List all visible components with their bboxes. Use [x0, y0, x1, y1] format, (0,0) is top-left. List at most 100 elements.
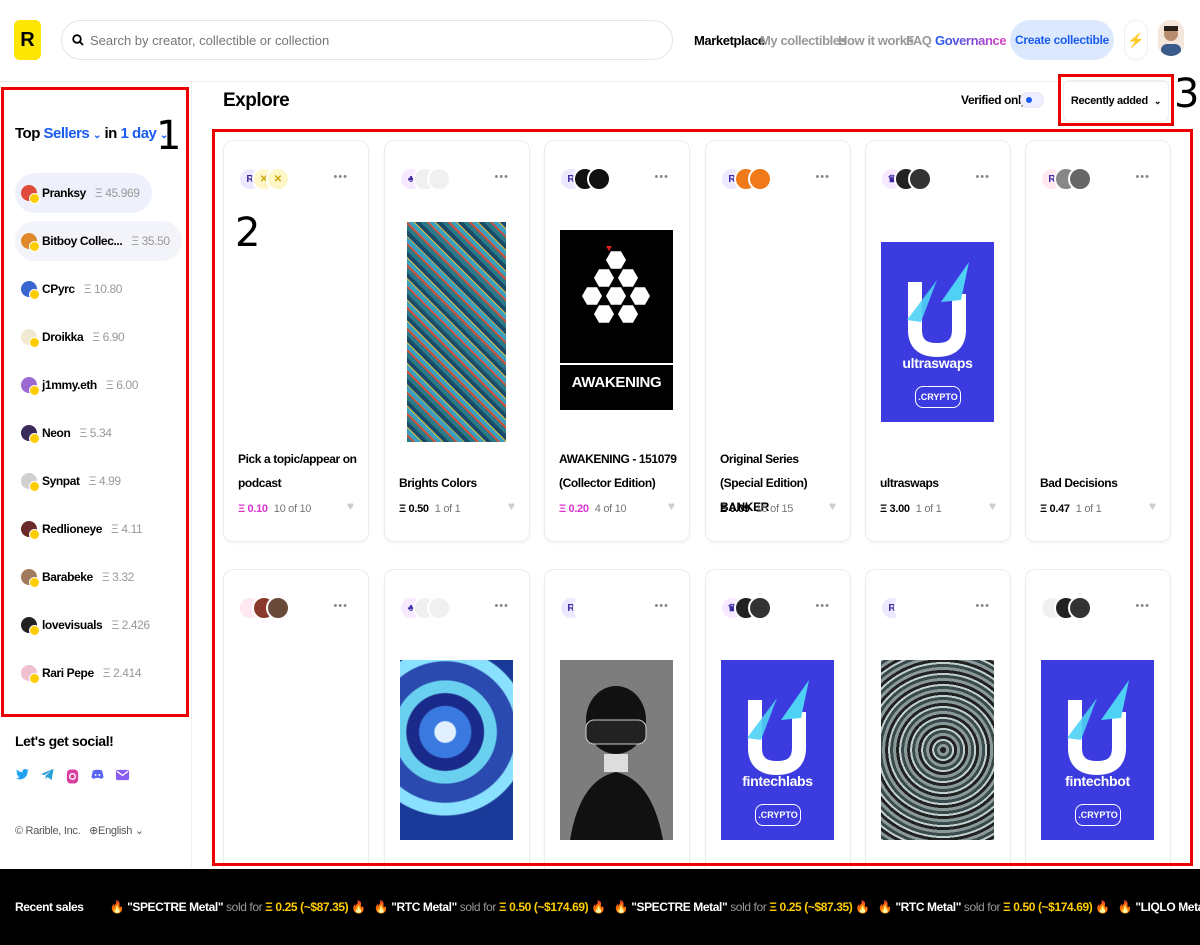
seller-item[interactable]: Bitboy Collec... Ξ 35.50 [15, 221, 182, 261]
collectible-name[interactable]: Pick a topic/appear on podcast [238, 447, 358, 495]
nav-faq[interactable]: FAQ [906, 33, 932, 48]
collectible-card[interactable]: ♣ ••• [384, 569, 530, 879]
user-avatar[interactable] [1158, 20, 1184, 56]
nav-my-collectibles[interactable]: My collectibles [760, 33, 847, 48]
collectible-card[interactable]: R ••• Bad Decisions Ξ 0.47 1 of 1 ♥ [1025, 140, 1171, 542]
chevron-down-icon: ⌄ [92, 130, 101, 141]
collectible-image[interactable]: ultraswaps .CRYPTO [881, 242, 994, 422]
owner-avatar[interactable] [1068, 167, 1092, 191]
owner-avatar[interactable] [1068, 596, 1092, 620]
more-options-icon[interactable]: ••• [815, 600, 830, 612]
seller-item[interactable]: Barabeke Ξ 3.32 [15, 557, 146, 597]
email-icon[interactable] [115, 767, 130, 785]
seller-item[interactable]: j1mmy.eth Ξ 6.00 [15, 365, 150, 405]
owner-avatar[interactable] [587, 167, 611, 191]
heart-icon[interactable]: ♥ [347, 499, 354, 513]
more-options-icon[interactable]: ••• [1135, 171, 1150, 183]
heart-icon[interactable]: ♥ [989, 499, 996, 513]
collectible-image[interactable]: fintechbot .CRYPTO [1041, 660, 1154, 840]
recent-sale-item[interactable]: 🔥 "SPECTRE Metal" sold for Ξ 0.25 (~$87.… [614, 900, 871, 914]
collectible-image[interactable] [881, 660, 994, 840]
annotation-number-3: 3 [1174, 71, 1200, 117]
collectible-name[interactable]: Bad Decisions [1040, 471, 1160, 495]
owner-avatar[interactable] [908, 596, 932, 620]
collectible-image[interactable]: AWAKENING [560, 230, 673, 410]
search-bar[interactable] [61, 20, 673, 60]
bolt-button[interactable]: ⚡ [1124, 20, 1148, 60]
collectible-name[interactable]: Brights Colors [399, 471, 519, 495]
owner-avatar[interactable] [748, 596, 772, 620]
sold-for-text: sold for [226, 900, 263, 914]
owner-avatar[interactable] [587, 596, 611, 620]
collectible-card[interactable]: ♛ ••• fintechlabs .CRYPTO [705, 569, 851, 879]
seller-item[interactable]: Neon Ξ 5.34 [15, 413, 124, 453]
create-collectible-button[interactable]: Create collectible [1010, 20, 1114, 60]
recent-sale-item[interactable]: 🔥 "RTC Metal" sold for Ξ 0.50 (~$174.69)… [878, 900, 1110, 914]
collectible-card[interactable]: R ✕ ✕ ••• Pick a topic/appear on podcast Ξ 0.… [223, 140, 369, 542]
collectible-card[interactable]: ♣ ••• Brights Colors Ξ 0.50 1 of 1 ♥ [384, 140, 530, 542]
owner-avatar[interactable]: ✕ [266, 167, 290, 191]
collectible-card[interactable]: R ••• [865, 569, 1011, 879]
more-options-icon[interactable]: ••• [333, 171, 348, 183]
recent-sale-item[interactable]: 🔥 "LIQLO Metal" sold for Ξ 0.25 (~$87.35… [1118, 900, 1200, 914]
heart-icon[interactable]: ♥ [668, 499, 675, 513]
more-options-icon[interactable]: ••• [975, 171, 990, 183]
collectible-card[interactable]: ••• fintechbot .CRYPTO [1025, 569, 1171, 879]
collectible-image[interactable] [560, 660, 673, 840]
search-input[interactable] [90, 32, 672, 48]
seller-item[interactable]: Synpat Ξ 4.99 [15, 461, 133, 501]
more-options-icon[interactable]: ••• [654, 600, 669, 612]
more-options-icon[interactable]: ••• [333, 600, 348, 612]
owner-avatar[interactable] [427, 167, 451, 191]
collectible-name[interactable]: ultraswaps [880, 471, 1000, 495]
verified-only-toggle[interactable] [1020, 92, 1044, 108]
owner-avatar[interactable] [427, 596, 451, 620]
collectible-card[interactable]: R ••• [544, 569, 690, 879]
collectible-art-subtext: .CRYPTO [1075, 804, 1121, 826]
seller-item[interactable]: CPyrc Ξ 10.80 [15, 269, 134, 309]
more-options-icon[interactable]: ••• [654, 171, 669, 183]
language-selector[interactable]: ⊕English ⌄ [89, 825, 144, 837]
more-options-icon[interactable]: ••• [494, 600, 509, 612]
collectible-card[interactable]: ••• [223, 569, 369, 879]
nav-marketplace[interactable]: Marketplace [694, 33, 765, 48]
nav-how-it-works[interactable]: How it works [838, 33, 914, 48]
recent-sale-item[interactable]: 🔥 "RTC Metal" sold for Ξ 0.50 (~$174.69)… [374, 900, 606, 914]
collectible-image[interactable]: fintechlabs .CRYPTO [721, 660, 834, 840]
recent-sale-item[interactable]: 🔥 "SPECTRE Metal" sold for Ξ 0.25 (~$87.… [110, 900, 367, 914]
seller-item[interactable]: lovevisuals Ξ 2.426 [15, 605, 162, 645]
owner-avatar[interactable] [266, 596, 290, 620]
seller-item[interactable]: Rari Pepe Ξ 2.414 [15, 653, 153, 693]
seller-name: Pranksy [42, 186, 86, 200]
heart-icon[interactable]: ♥ [829, 499, 836, 513]
collapse-sidebar-icon[interactable]: ‹ [186, 124, 190, 136]
seller-item[interactable]: Pranksy Ξ 45.969 [15, 173, 152, 213]
heart-icon[interactable]: ♥ [1149, 499, 1156, 513]
owner-avatar[interactable] [908, 167, 932, 191]
more-options-icon[interactable]: ••• [494, 171, 509, 183]
rarible-logo[interactable]: R [14, 20, 41, 60]
more-options-icon[interactable]: ••• [975, 600, 990, 612]
twitter-icon[interactable] [15, 767, 30, 785]
seller-item[interactable]: Droikka Ξ 6.90 [15, 317, 136, 357]
instagram-icon[interactable] [65, 767, 80, 785]
collectible-card[interactable]: ♛ ••• ultraswaps .CRYPTO ultraswaps Ξ 3.00 1 o… [865, 140, 1011, 542]
seller-avatar [21, 233, 40, 252]
more-options-icon[interactable]: ••• [815, 171, 830, 183]
metric-dropdown[interactable]: Sellers ⌄ [44, 125, 102, 142]
owner-avatar[interactable] [748, 167, 772, 191]
collectible-image[interactable] [400, 660, 513, 840]
collectible-image[interactable] [407, 222, 506, 442]
collectible-name[interactable]: AWAKENING - 151079 (Collector Edition) [559, 447, 679, 495]
more-options-icon[interactable]: ••• [1135, 600, 1150, 612]
recent-sales-ticker: Recent sales 🔥 "SPECTRE Metal" sold for … [0, 869, 1200, 945]
collectible-card[interactable]: R ••• Original Series (Special Edition) BA… [705, 140, 851, 542]
collectible-card[interactable]: R ••• AWAKENING AWAKENING - 151079 (Collect… [544, 140, 690, 542]
edition-count: 10 of 10 [273, 503, 312, 515]
telegram-icon[interactable] [40, 767, 55, 785]
seller-item[interactable]: Redlioneye Ξ 4.11 [15, 509, 154, 549]
heart-icon[interactable]: ♥ [508, 499, 515, 513]
sort-dropdown[interactable]: Recently added ⌄ [1063, 80, 1169, 122]
nav-governance[interactable]: Governance [935, 33, 1007, 48]
discord-icon[interactable] [90, 767, 105, 785]
